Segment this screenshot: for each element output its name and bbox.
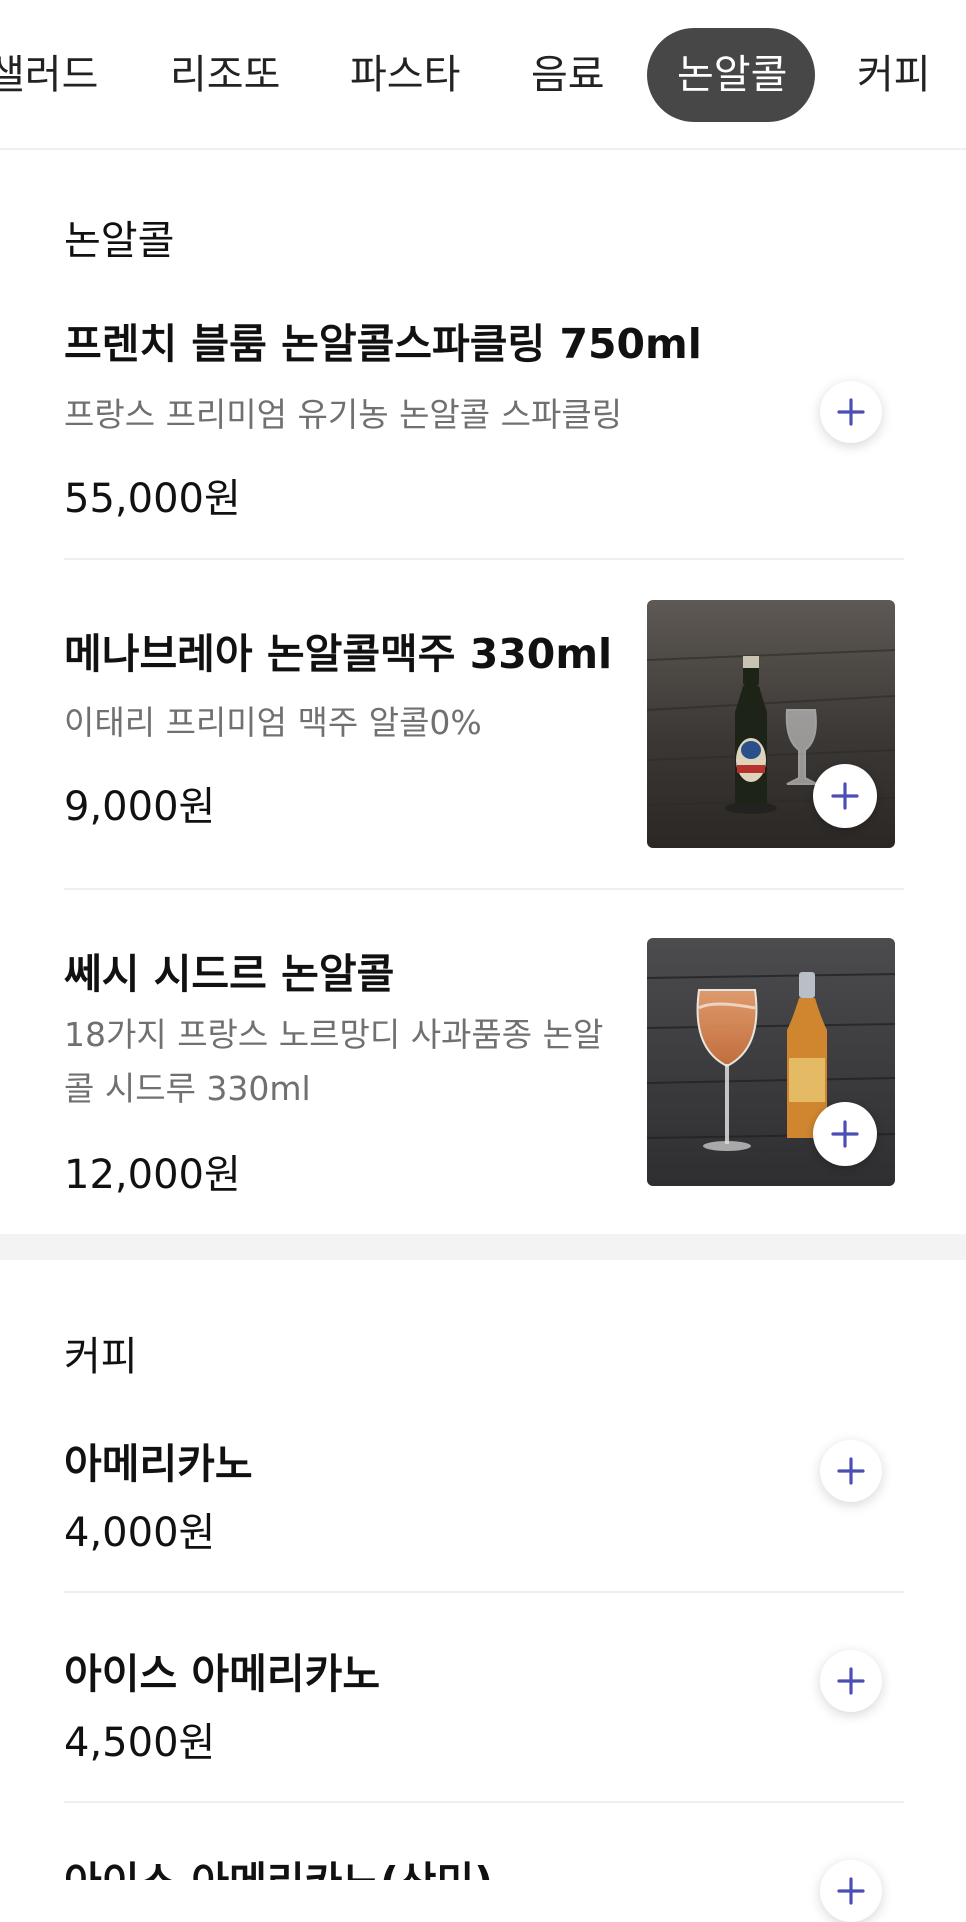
- item-name: 아이스 아메리카노: [64, 1650, 381, 1698]
- tab-risotto[interactable]: 리조또: [170, 28, 280, 122]
- add-button[interactable]: [820, 381, 882, 443]
- add-button[interactable]: [820, 1440, 882, 1502]
- item-name: 아이스 아메리카노(산미): [64, 1848, 493, 1880]
- menu-item[interactable]: 아이스 아메리카노 4,500원: [64, 1640, 904, 1770]
- item-description: 이태리 프리미엄 맥주 알콜0%: [64, 703, 482, 742]
- tab-drinks[interactable]: 음료: [531, 28, 605, 122]
- item-photo-cider[interactable]: [647, 938, 895, 1186]
- item-price: 9,000원: [64, 784, 216, 830]
- item-divider: [64, 1591, 904, 1593]
- item-name: 쎄시 시드르 논알콜: [64, 950, 395, 998]
- section-title-coffee: 커피: [64, 1334, 138, 1380]
- item-price: 4,000원: [64, 1510, 216, 1556]
- item-name: 아메리카노: [64, 1440, 253, 1488]
- plus-icon: [837, 398, 865, 426]
- category-tab-bar: 샐러드 리조또 파스타 음료 논알콜 커피: [0, 0, 966, 150]
- item-description-line-1: 18가지 프랑스 노르망디 사과품종 논알: [64, 1015, 604, 1054]
- section-title-non-alcoholic: 논알콜: [64, 218, 175, 264]
- item-photo-beer[interactable]: [647, 600, 895, 848]
- item-price: 55,000원: [64, 476, 241, 522]
- menu-item[interactable]: 아이스 아메리카노(산미): [64, 1848, 904, 1880]
- tab-salad[interactable]: 샐러드: [0, 28, 98, 122]
- plus-icon: [837, 1667, 865, 1695]
- item-name: 메나브레아 논알콜맥주 330ml: [64, 630, 613, 678]
- item-description-line-2: 콜 시드루 330ml: [64, 1069, 311, 1108]
- item-divider: [64, 1801, 904, 1803]
- item-divider: [64, 558, 904, 560]
- plus-icon: [837, 1877, 865, 1905]
- tab-non-alcoholic[interactable]: 논알콜: [647, 28, 815, 122]
- item-name: 프렌치 블룸 논알콜스파클링 750ml: [64, 320, 702, 368]
- add-button[interactable]: [813, 764, 877, 828]
- tab-pasta[interactable]: 파스타: [350, 28, 460, 122]
- menu-item[interactable]: 아메리카노 4,000원: [64, 1430, 904, 1560]
- item-divider: [64, 888, 904, 890]
- item-price: 4,500원: [64, 1720, 216, 1766]
- item-description: 프랑스 프리미엄 유기농 논알콜 스파클링: [64, 395, 623, 434]
- plus-icon: [831, 1120, 859, 1148]
- add-button[interactable]: [820, 1860, 882, 1922]
- plus-icon: [837, 1457, 865, 1485]
- add-button[interactable]: [813, 1102, 877, 1166]
- tab-coffee[interactable]: 커피: [857, 28, 931, 122]
- section-separator: [0, 1234, 966, 1260]
- add-button[interactable]: [820, 1650, 882, 1712]
- menu-item[interactable]: 프렌치 블룸 논알콜스파클링 750ml 프랑스 프리미엄 유기농 논알콜 스파…: [64, 310, 904, 550]
- plus-icon: [831, 782, 859, 810]
- item-price: 12,000원: [64, 1152, 241, 1198]
